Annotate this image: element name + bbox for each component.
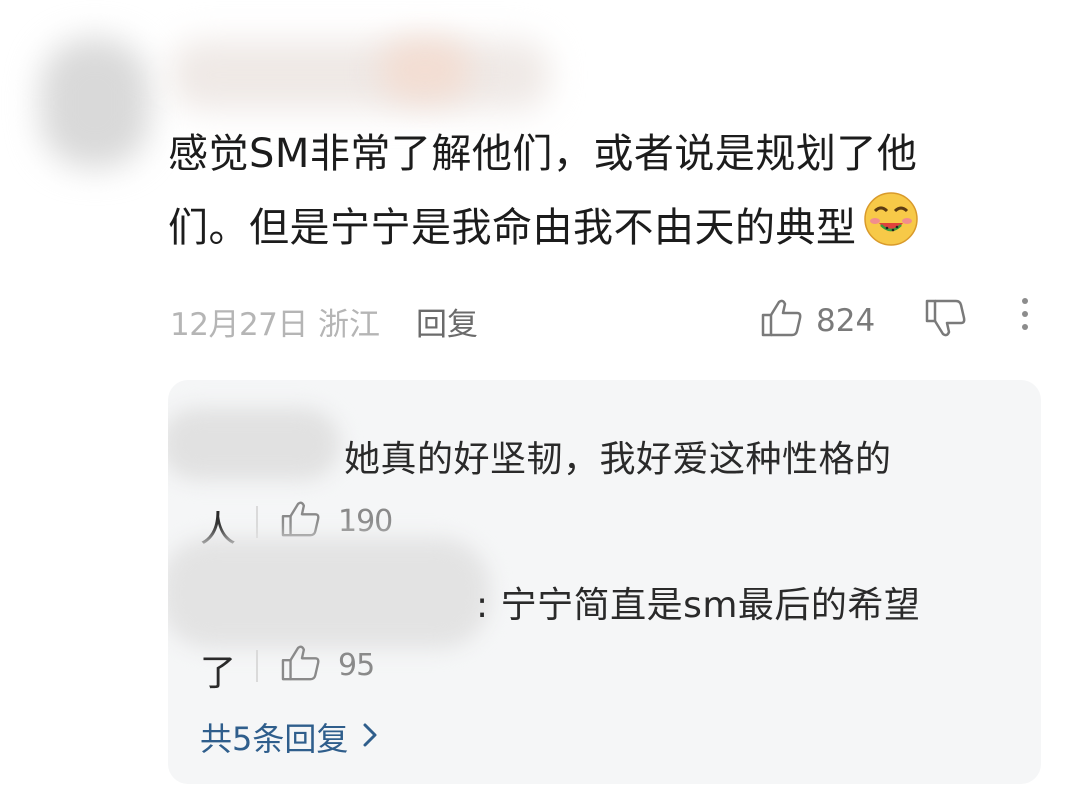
comment-location: 浙江 [318,306,380,343]
blurred-username[interactable] [170,40,550,110]
reply-2-like-count: 95 [338,648,375,683]
comment-text: 感觉SM非常了解他们，或者说是规划了他 们。但是宁宁是我命由我不由天的典型 [168,118,1018,271]
comment-line-2: 们。但是宁宁是我命由我不由天的典型 [168,191,1018,271]
chevron-right-icon [362,718,378,756]
reply-1-like-count: 190 [338,504,393,539]
reply-1-divider [256,506,258,538]
reply-2-divider [256,650,258,682]
blurred-username-accent [380,40,470,100]
blurred-reply-username-1 [168,408,340,480]
blurred-avatar[interactable] [40,38,150,168]
view-more-replies-link[interactable]: 共5条回复 [200,714,378,760]
thumbs-up-icon[interactable] [760,298,804,342]
reply-2-line-1: : 宁宁简直是sm最后的希望 [476,585,921,626]
more-replies-label: 共5条回复 [200,720,349,758]
replies-panel: 她真的好坚韧，我好爱这种性格的 人 190 : 宁宁简直是sm最后的希望 了 9… [168,380,1041,784]
more-options-icon[interactable] [1018,298,1032,338]
laughing-emoji-icon [863,191,919,271]
reply-2-line-2: 了 [200,653,237,694]
comment-line-1: 感觉SM非常了解他们，或者说是规划了他 [168,131,918,177]
comment-line-2-text: 们。但是宁宁是我命由我不由天的典型 [168,205,857,251]
reply-2-thumbs-up-icon[interactable] [280,644,322,686]
like-count: 824 [816,303,876,339]
comment-date: 12月27日 [170,306,308,343]
blurred-reply-username-2 [168,538,490,648]
reply-1-thumbs-up-icon[interactable] [280,500,322,542]
reply-1-line-1: 她真的好坚韧，我好爱这种性格的 [344,439,892,480]
reply-button[interactable]: 回复 [416,296,478,346]
thumbs-down-icon[interactable] [924,298,968,342]
